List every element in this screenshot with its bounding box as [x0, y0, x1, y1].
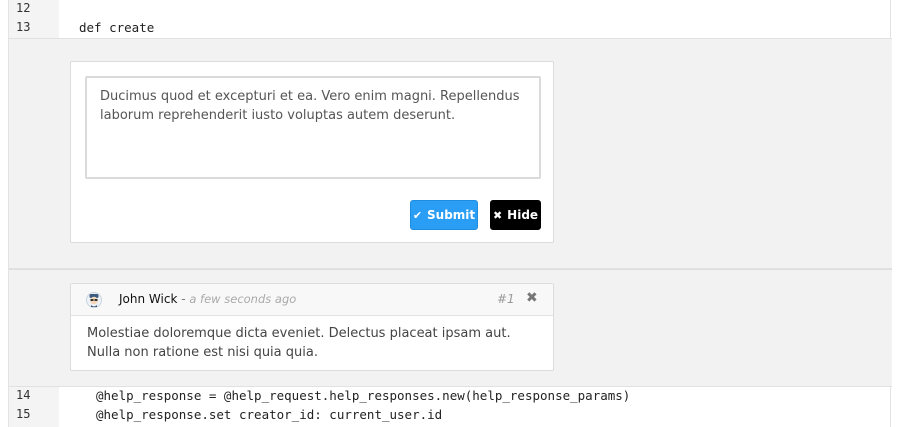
hide-button[interactable]: ✖ Hide [490, 200, 541, 230]
comment-time: a few seconds ago [189, 292, 297, 306]
code-line: 12 [9, 0, 892, 18]
comment-header: John Wick - a few seconds ago #1 ✖ [71, 284, 553, 316]
code-line: 14 @help_response = @help_request.help_r… [9, 386, 892, 405]
code-file-frame: 12 13 def create Ducimus quod et exceptu… [8, 0, 892, 427]
code-text: @help_response.set creator_id: current_u… [96, 407, 443, 422]
comment-card: John Wick - a few seconds ago #1 ✖ Moles… [70, 283, 554, 371]
submit-label: Submit [427, 208, 476, 222]
line-number[interactable]: 15 [16, 405, 30, 424]
code-text: @help_response = @help_request.help_resp… [96, 388, 631, 403]
reply-form-band: Ducimus quod et excepturi et ea. Vero en… [9, 38, 892, 269]
line-number[interactable]: 14 [16, 386, 30, 405]
avatar-icon [86, 292, 102, 308]
close-icon[interactable]: ✖ [526, 290, 538, 306]
comment-meta: John Wick - a few seconds ago [119, 292, 296, 306]
meta-separator: - [177, 292, 190, 306]
code-line: 13 def create [9, 18, 892, 37]
code-line: 15 @help_response.set creator_id: curren… [9, 405, 892, 424]
code-text: def create [79, 20, 155, 35]
code-review-page: 12 13 def create Ducimus quod et exceptu… [0, 0, 900, 427]
comment-body: Molestiae doloremque dicta eveniet. Dele… [87, 326, 511, 360]
check-icon: ✔ [412, 208, 423, 222]
comment-band: John Wick - a few seconds ago #1 ✖ Moles… [9, 269, 892, 387]
submit-button[interactable]: ✔ Submit [410, 200, 478, 230]
hide-label: Hide [507, 208, 539, 222]
line-number[interactable]: 13 [16, 18, 30, 37]
line-number[interactable]: 12 [16, 0, 30, 18]
reply-textarea[interactable]: Ducimus quod et excepturi et ea. Vero en… [85, 76, 541, 179]
x-icon: ✖ [492, 208, 503, 222]
reply-form-card: Ducimus quod et excepturi et ea. Vero en… [70, 61, 554, 243]
author-name[interactable]: John Wick [119, 292, 177, 306]
comment-number[interactable]: #1 [497, 292, 515, 306]
